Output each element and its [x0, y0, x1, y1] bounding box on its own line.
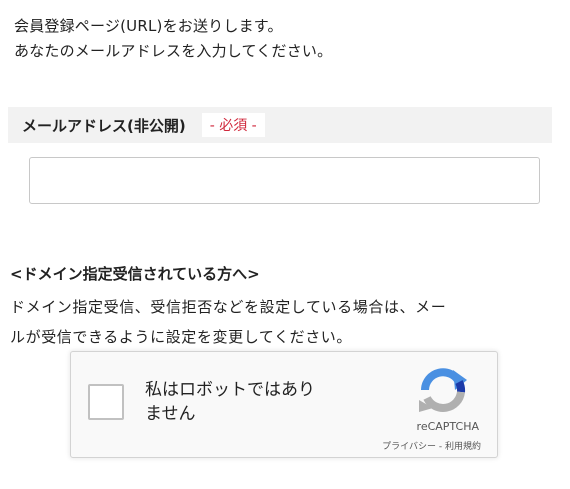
email-field-label: メールアドレス(非公開) — [22, 116, 186, 135]
links-separator: - — [436, 442, 445, 452]
terms-link[interactable]: 利用規約 — [445, 442, 481, 452]
email-field-header: メールアドレス(非公開) - 必須 - — [8, 107, 552, 143]
recaptcha-widget: 私はロボットではあり ません reCAPTCHA プライバシー - 利用規約 — [70, 351, 498, 458]
email-input[interactable] — [29, 157, 540, 204]
recaptcha-label: 私はロボットではあり ません — [145, 378, 365, 426]
domain-notice-line-2: ルが受信できるように設定を変更してください。 — [10, 328, 353, 346]
required-badge: - 必須 - — [201, 113, 265, 137]
privacy-link[interactable]: プライバシー — [382, 442, 436, 452]
recaptcha-brand: reCAPTCHA — [416, 420, 479, 433]
domain-notice-heading: <ドメイン指定受信されている方へ> — [10, 265, 260, 283]
intro-text: 会員登録ページ(URL)をお送りします。 あなたのメールアドレスを入力してくださ… — [14, 14, 554, 64]
domain-notice-line-1: ドメイン指定受信、受信拒否などを設定している場合は、メー — [10, 298, 447, 316]
intro-line-1: 会員登録ページ(URL)をお送りします。 — [14, 17, 283, 35]
intro-line-2: あなたのメールアドレスを入力してください。 — [14, 42, 333, 60]
recaptcha-checkbox[interactable] — [88, 384, 124, 420]
recaptcha-label-line-1: 私はロボットではあり — [145, 380, 315, 400]
domain-notice-text: ドメイン指定受信、受信拒否などを設定している場合は、メー ルが受信できるように設… — [10, 292, 558, 352]
recaptcha-links: プライバシー - 利用規約 — [382, 439, 481, 452]
recaptcha-label-line-2: ません — [145, 404, 196, 424]
recaptcha-logo-icon — [419, 368, 467, 412]
